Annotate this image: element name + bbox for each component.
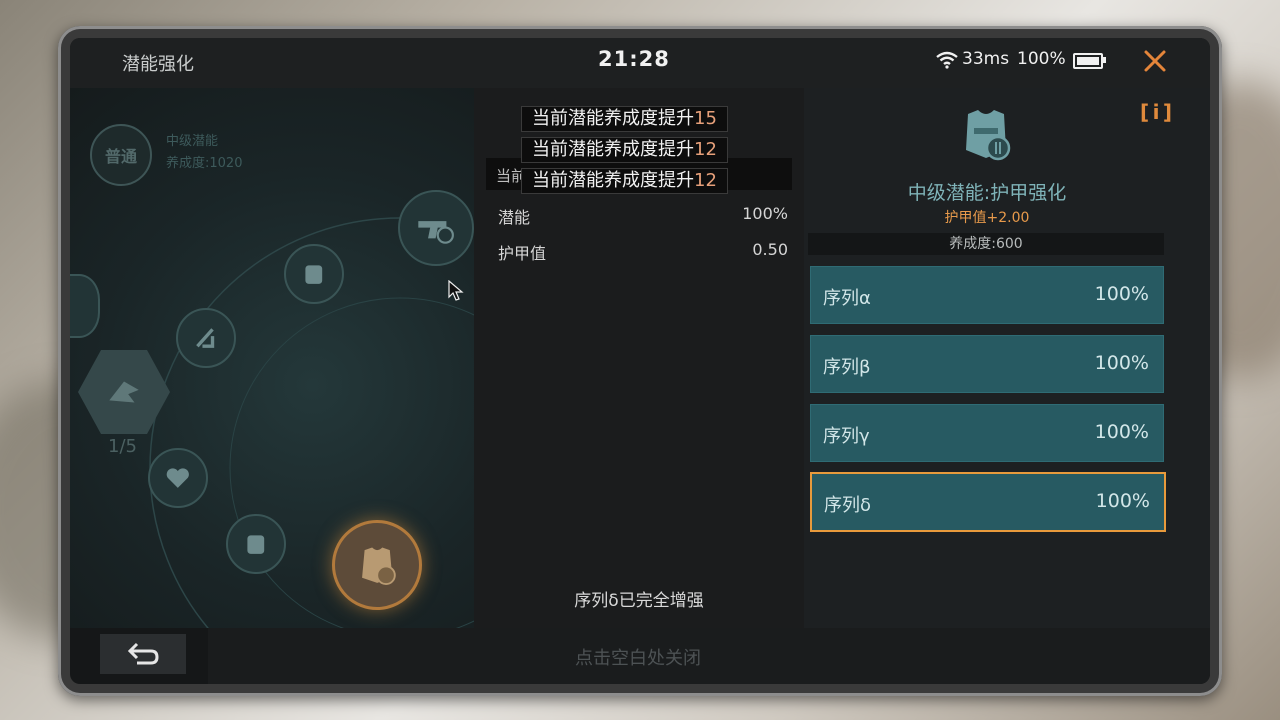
back-arrow-icon	[127, 642, 159, 665]
boost-icon	[196, 328, 215, 349]
sequence-delta[interactable]: 序列δ 100%	[810, 472, 1166, 532]
stat-label: 潜能	[498, 208, 531, 227]
toast-message: 当前潜能养成度提升12	[521, 137, 728, 163]
sequence-value: 100%	[1095, 490, 1150, 512]
status-bar: 潜能强化 21:28 33ms 100%	[70, 38, 1210, 88]
info-button[interactable]: i	[1140, 98, 1172, 126]
stat-value: 0.50	[752, 240, 788, 259]
skill-node-3[interactable]	[176, 308, 236, 368]
skill-node-weapon[interactable]	[398, 190, 474, 266]
ping-text: 33ms	[962, 49, 1010, 69]
skill-detail-panel: i 中级潜能:护甲强化 护甲值+2.00 养成度:600 序列α 100% 序列…	[804, 88, 1210, 628]
toast-value: 12	[694, 170, 717, 191]
node-name: 中级潜能	[166, 134, 219, 149]
stats-panel: 当前 当前潜能养成度提升15 当前潜能养成度提升12 当前潜能养成度提升12 潜…	[474, 88, 804, 628]
skill-node-fist-1[interactable]	[284, 244, 344, 304]
toast-message: 当前潜能养成度提升12	[521, 168, 728, 194]
stat-row: 护甲值 0.50	[498, 240, 788, 264]
node-progress: 1/5	[108, 436, 137, 457]
sequence-value: 100%	[1094, 421, 1149, 443]
page-title: 潜能强化	[122, 54, 194, 75]
battery-tip	[1103, 57, 1106, 63]
skill-node-heart[interactable]	[148, 448, 208, 508]
clock: 21:28	[598, 47, 670, 71]
sequence-label: 序列α	[823, 288, 871, 309]
toast-value: 15	[694, 108, 717, 129]
stat-label: 护甲值	[498, 244, 547, 263]
sequence-label: 序列γ	[823, 426, 870, 447]
info-label: i	[1152, 100, 1160, 124]
battery-text: 100%	[1017, 49, 1066, 69]
armor-icon	[361, 547, 396, 585]
toast-message: 当前潜能养成度提升15	[521, 106, 728, 132]
armor-icon	[966, 110, 1011, 161]
skill-name: 中级潜能:护甲强化	[907, 182, 1067, 204]
grade-badge: 普通	[90, 124, 152, 186]
toast-text: 当前潜能养成度提升	[532, 139, 694, 160]
sequence-label: 序列δ	[824, 495, 872, 516]
sequence-value: 100%	[1094, 352, 1149, 374]
battery-icon	[1073, 53, 1103, 69]
gun-icon	[418, 221, 455, 245]
toast-value: 12	[694, 139, 717, 160]
fist-icon	[247, 535, 265, 555]
sequence-beta[interactable]: 序列β 100%	[810, 335, 1164, 393]
node-cultivation: 养成度:1020	[166, 156, 243, 171]
mouse-cursor-icon	[448, 280, 464, 301]
sequence-gamma[interactable]: 序列γ 100%	[810, 404, 1164, 462]
close-icon[interactable]	[1140, 46, 1170, 76]
close-hint: 点击空白处关闭	[575, 648, 701, 669]
sequence-value: 100%	[1094, 283, 1149, 305]
skill-bonus: 护甲值+2.00	[944, 210, 1030, 226]
fist-icon	[305, 265, 323, 285]
skill-cultivation: 养成度:600	[808, 233, 1164, 255]
sequence-label: 序列β	[823, 357, 871, 378]
wifi-icon	[936, 51, 958, 69]
heart-icon	[166, 468, 190, 489]
toast-text: 当前潜能养成度提升	[532, 108, 694, 129]
toast-text: 当前潜能养成度提升	[532, 170, 694, 191]
skill-node-armor-active[interactable]	[332, 520, 422, 610]
stat-row: 潜能 100%	[498, 204, 788, 228]
completion-message: 序列δ已完全增强	[574, 591, 704, 611]
stat-value: 100%	[742, 204, 788, 223]
skill-tree-panel: 普通 中级潜能 养成度:1020 1/5	[70, 88, 474, 628]
game-screen: 潜能强化 21:28 33ms 100% 普通 中级潜能 养成度:1020 1/…	[70, 38, 1210, 684]
skill-node-fist-2[interactable]	[226, 514, 286, 574]
sequence-alpha[interactable]: 序列α 100%	[810, 266, 1164, 324]
close-overlay-bar[interactable]: 点击空白处关闭	[208, 628, 1210, 684]
wing-icon	[109, 381, 139, 403]
back-button[interactable]	[100, 634, 186, 674]
